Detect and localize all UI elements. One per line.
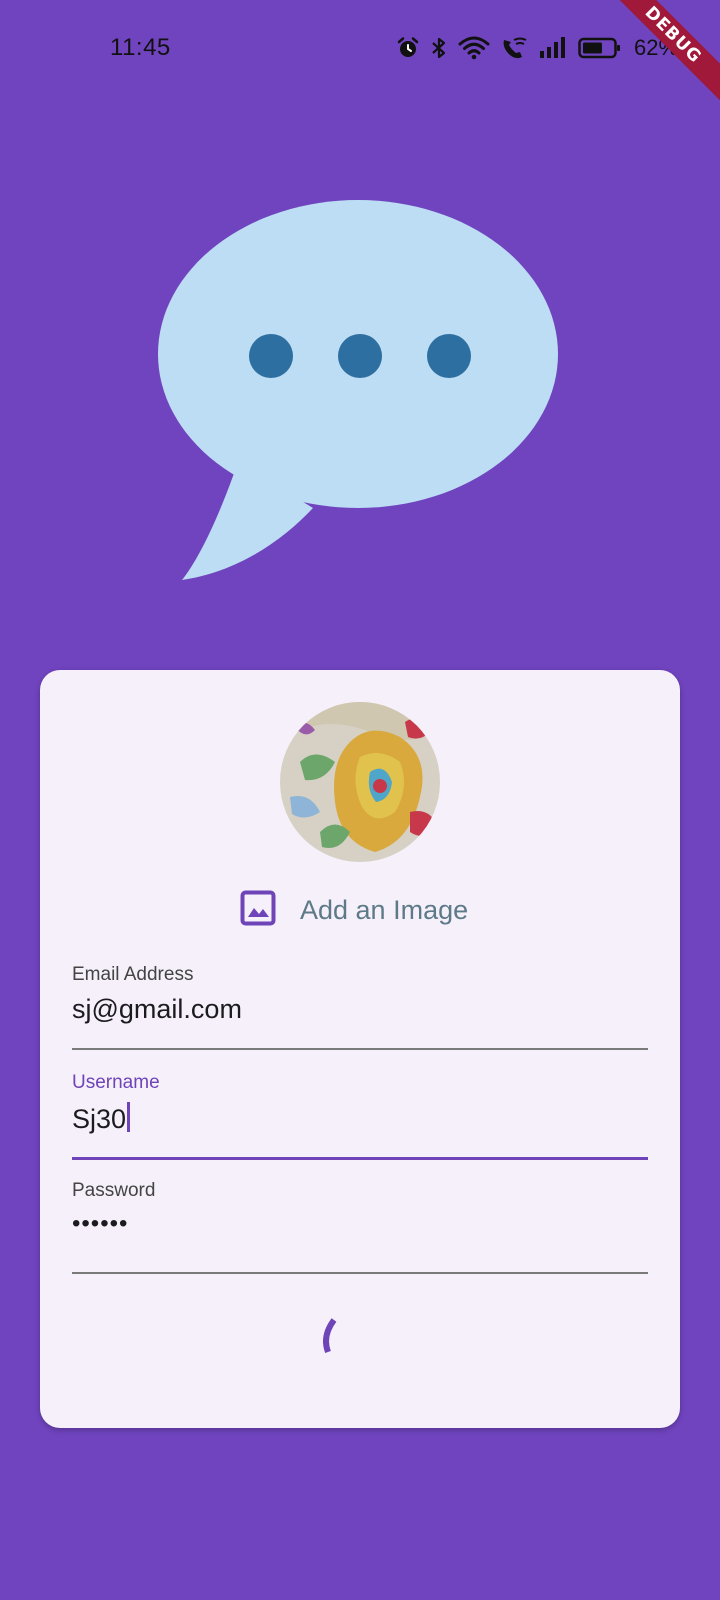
username-underline bbox=[72, 1157, 648, 1160]
email-underline bbox=[72, 1048, 648, 1050]
bluetooth-icon bbox=[430, 36, 448, 60]
image-icon bbox=[240, 890, 276, 931]
alarm-icon bbox=[396, 36, 420, 60]
text-cursor bbox=[127, 1102, 131, 1132]
status-bar: 11:45 62% bbox=[0, 0, 720, 96]
password-value: •••••• bbox=[72, 1210, 129, 1237]
signal-icon bbox=[538, 36, 568, 60]
wifi-icon bbox=[458, 36, 490, 60]
add-image-label: Add an Image bbox=[300, 894, 469, 925]
username-value: Sj30 bbox=[72, 1104, 127, 1134]
username-field[interactable]: Username Sj30 bbox=[72, 1072, 648, 1160]
dot-icon bbox=[249, 334, 293, 378]
chat-bubble-logo bbox=[158, 200, 558, 585]
dot-icon bbox=[427, 334, 471, 378]
add-image-button[interactable]: Add an Image bbox=[240, 888, 468, 932]
status-time: 11:45 bbox=[110, 34, 171, 61]
username-label: Username bbox=[72, 1072, 160, 1093]
loading-spinner bbox=[320, 1310, 360, 1371]
password-underline bbox=[72, 1272, 648, 1274]
wifi-calling-icon bbox=[500, 36, 528, 60]
avatar[interactable] bbox=[280, 702, 440, 862]
email-field[interactable]: Email Address sj@gmail.com bbox=[72, 964, 648, 1050]
dot-icon bbox=[338, 334, 382, 378]
password-label: Password bbox=[72, 1180, 156, 1201]
email-label: Email Address bbox=[72, 964, 194, 985]
battery-icon bbox=[578, 36, 622, 60]
status-icons: 62% bbox=[396, 34, 678, 62]
signup-card: Add an Image Email Address sj@gmail.com … bbox=[40, 670, 680, 1428]
email-value: sj@gmail.com bbox=[72, 994, 242, 1024]
password-field[interactable]: Password •••••• bbox=[72, 1180, 648, 1274]
